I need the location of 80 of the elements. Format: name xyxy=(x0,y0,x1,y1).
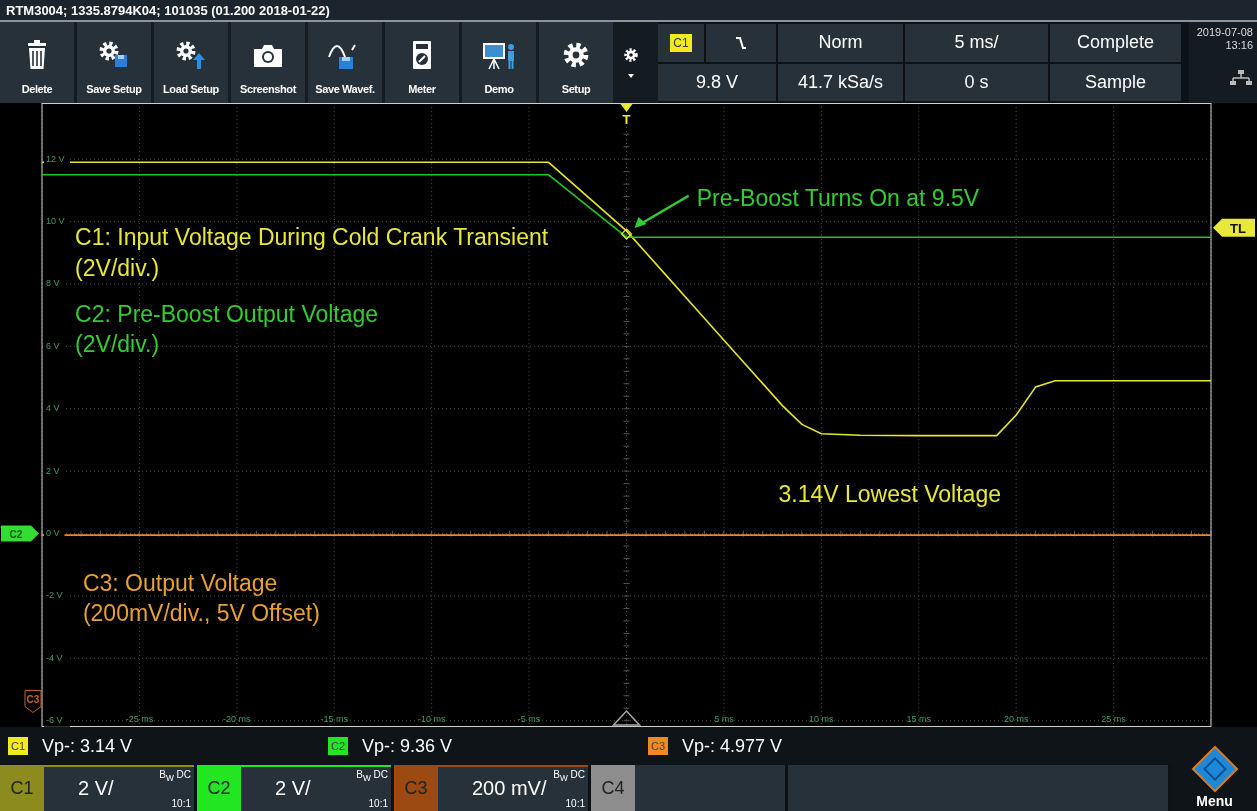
timebase-value[interactable]: 5 ms/ xyxy=(905,24,1048,62)
channel-offset-marker[interactable]: C2 xyxy=(1,525,39,542)
time-position-value[interactable]: 0 s xyxy=(905,63,1048,101)
probe-ratio: 10:1 xyxy=(171,798,191,809)
pointer-arrow xyxy=(634,194,690,229)
measurement-value: Vp-: 4.977 V xyxy=(682,735,783,757)
coupling-label: B$_{W}$ DC xyxy=(159,769,191,783)
channel-button[interactable]: C4 xyxy=(591,765,635,811)
probe-ratio: 10:1 xyxy=(565,798,585,809)
axis-label: 5 ms xyxy=(714,714,734,724)
axis-label: 12 V xyxy=(46,153,65,164)
gear-icon[interactable] xyxy=(623,46,639,63)
annotation-text: C1: Input Voltage During Cold Crank Transient xyxy=(75,223,549,250)
coupling-label: B$_{W}$ DC xyxy=(553,769,585,783)
diamond-logo-icon xyxy=(1190,745,1239,793)
axis-label: 25 ms xyxy=(1101,714,1126,724)
probe-ratio: 10:1 xyxy=(368,798,388,809)
time-text: 13:16 xyxy=(1225,39,1253,52)
annotation-text: (2V/div.) xyxy=(75,255,160,281)
date-text: 2019-07-08 xyxy=(1196,26,1253,39)
network-icon xyxy=(1229,70,1253,86)
trigger-level-marker[interactable]: TL xyxy=(1213,218,1255,237)
toolbar-button[interactable]: Load Setup xyxy=(154,22,228,103)
axis-label: 15 ms xyxy=(906,714,931,724)
trigger-level-value[interactable]: 9.8 V xyxy=(658,63,776,101)
toolbar-button[interactable]: Screenshot xyxy=(231,22,305,103)
measurement-value: Vp-: 9.36 V xyxy=(362,735,453,757)
axis-label: -25 ms xyxy=(125,714,154,724)
annotation-text: 3.14V Lowest Voltage xyxy=(778,480,1001,507)
channel-badge: C2 xyxy=(328,737,349,755)
annotation-text: (2V/div.) xyxy=(75,331,160,358)
trigger-source-badge[interactable]: C1 xyxy=(670,33,692,52)
measurement-value: Vp-: 3.14 V xyxy=(42,735,133,757)
channel-badge: C1 xyxy=(8,737,29,755)
dropdown-arrow-icon[interactable] xyxy=(626,72,636,79)
axis-label: -2 V xyxy=(46,590,63,601)
toolbar-button[interactable]: Save Setup xyxy=(77,22,151,103)
axis-label: 4 V xyxy=(46,403,60,414)
axis-label: -20 ms xyxy=(223,714,251,724)
channel-panel[interactable]: 2 V/ B$_{W}$ DC 10:1 xyxy=(241,765,391,811)
channel-button[interactable]: C1 xyxy=(0,765,44,811)
toolbar-button[interactable]: Delete xyxy=(0,22,74,103)
menu-button[interactable]: Menu xyxy=(1172,727,1257,811)
toolbar-button[interactable]: Setup xyxy=(539,22,613,103)
toolbar-button[interactable]: Demo xyxy=(462,22,536,103)
axis-label: 6 V xyxy=(46,340,60,351)
axis-label: -4 V xyxy=(46,652,63,663)
crossing-marker-icon xyxy=(620,228,633,240)
annotation-text: C3: Output Voltage xyxy=(82,570,278,597)
axis-label: 10 ms xyxy=(809,714,834,724)
acquisition-status[interactable]: Complete xyxy=(1050,24,1181,62)
axis-label: -5 ms xyxy=(517,714,541,724)
axis-label: -6 V xyxy=(46,715,63,726)
channel-offset-marker[interactable]: C3 xyxy=(24,690,42,713)
sample-rate-value[interactable]: 41.7 kSa/s xyxy=(778,63,903,101)
falling-edge-icon[interactable] xyxy=(733,34,749,51)
coupling-label: B$_{W}$ DC xyxy=(356,769,388,783)
trigger-mode[interactable]: Norm xyxy=(778,24,903,62)
axis-label: 10 V xyxy=(46,215,65,226)
axis-label: -10 ms xyxy=(417,714,446,724)
trigger-position-icon xyxy=(611,709,642,726)
annotation-text: (200mV/div., 5V Offset) xyxy=(82,600,320,627)
vertical-scale: 2 V/ xyxy=(275,777,311,800)
channel-button[interactable]: C2 xyxy=(197,765,241,811)
sampling-mode[interactable]: Sample xyxy=(1050,63,1181,101)
axis-label: 8 V xyxy=(46,278,60,289)
vertical-scale: 2 V/ xyxy=(78,777,114,800)
axis-label: 20 ms xyxy=(1003,714,1029,724)
toolbar-button[interactable]: Save Wavef. xyxy=(308,22,382,103)
toolbar-button[interactable]: Meter xyxy=(385,22,459,103)
channel-badge: C3 xyxy=(648,737,669,755)
axis-label: 2 V xyxy=(46,465,60,476)
axis-label: -15 ms xyxy=(320,714,348,724)
vertical-scale: 200 mV/ xyxy=(472,777,547,800)
axis-label: 0 V xyxy=(46,527,60,538)
annotation-text: C2: Pre-Boost Output Voltage xyxy=(75,300,379,327)
channel-panel[interactable]: 2 V/ B$_{W}$ DC 10:1 xyxy=(44,765,194,811)
channel-panel[interactable]: 200 mV/ B$_{W}$ DC 10:1 xyxy=(438,765,588,811)
annotation-text: Pre-Boost Turns On at 9.5V xyxy=(696,184,980,211)
title-bar: RTM3004; 1335.8794K04; 101035 (01.200 2018-01-22) xyxy=(0,0,1257,22)
